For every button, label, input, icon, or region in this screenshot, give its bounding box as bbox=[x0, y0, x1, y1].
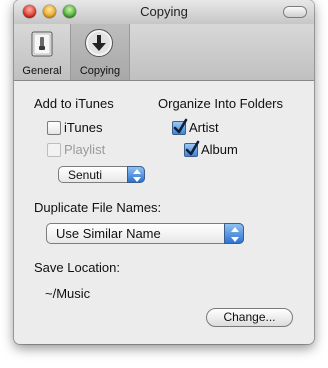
playlist-checkbox[interactable] bbox=[47, 143, 61, 157]
tab-general-label: General bbox=[22, 65, 62, 77]
switch-icon bbox=[31, 31, 53, 57]
copying-pane: Add to iTunes iTunes Playlist Senuti Org… bbox=[14, 81, 314, 344]
itunes-source-popup[interactable]: Senuti bbox=[58, 166, 145, 183]
toolbar-toggle-button[interactable] bbox=[284, 7, 306, 17]
album-checkbox-label[interactable]: Album bbox=[201, 142, 238, 157]
duplicate-names-value: Use Similar Name bbox=[56, 226, 161, 241]
itunes-source-value: Senuti bbox=[68, 168, 103, 182]
add-to-itunes-heading: Add to iTunes bbox=[34, 96, 114, 111]
tab-general[interactable]: General bbox=[14, 24, 70, 80]
artist-checkbox[interactable] bbox=[172, 118, 188, 135]
change-location-button[interactable]: Change... bbox=[206, 308, 293, 327]
popup-arrows-icon bbox=[127, 166, 145, 183]
duplicate-names-popup[interactable]: Use Similar Name bbox=[46, 223, 244, 244]
artist-checkbox-label[interactable]: Artist bbox=[189, 120, 219, 135]
window-title: Copying bbox=[140, 4, 188, 19]
tab-copying[interactable]: Copying bbox=[70, 24, 130, 80]
save-location-path: ~/Music bbox=[45, 286, 91, 301]
title-bar[interactable]: Copying bbox=[14, 0, 314, 24]
checkmark-icon bbox=[173, 118, 188, 134]
save-location-heading: Save Location: bbox=[34, 260, 121, 275]
popup-arrows-icon bbox=[224, 223, 244, 244]
organize-heading: Organize Into Folders bbox=[158, 96, 284, 111]
itunes-checkbox[interactable] bbox=[47, 121, 61, 135]
preferences-window: Copying General Copying Add to iTunes iT… bbox=[14, 0, 314, 344]
playlist-checkbox-label[interactable]: Playlist bbox=[64, 142, 105, 157]
preferences-toolbar: General Copying bbox=[14, 24, 314, 81]
download-arrow-icon bbox=[85, 29, 113, 57]
album-checkbox[interactable] bbox=[184, 140, 200, 157]
itunes-checkbox-label[interactable]: iTunes bbox=[64, 120, 103, 135]
duplicate-names-heading: Duplicate File Names: bbox=[34, 200, 162, 215]
checkmark-icon bbox=[185, 140, 200, 156]
tab-copying-label: Copying bbox=[79, 65, 121, 77]
